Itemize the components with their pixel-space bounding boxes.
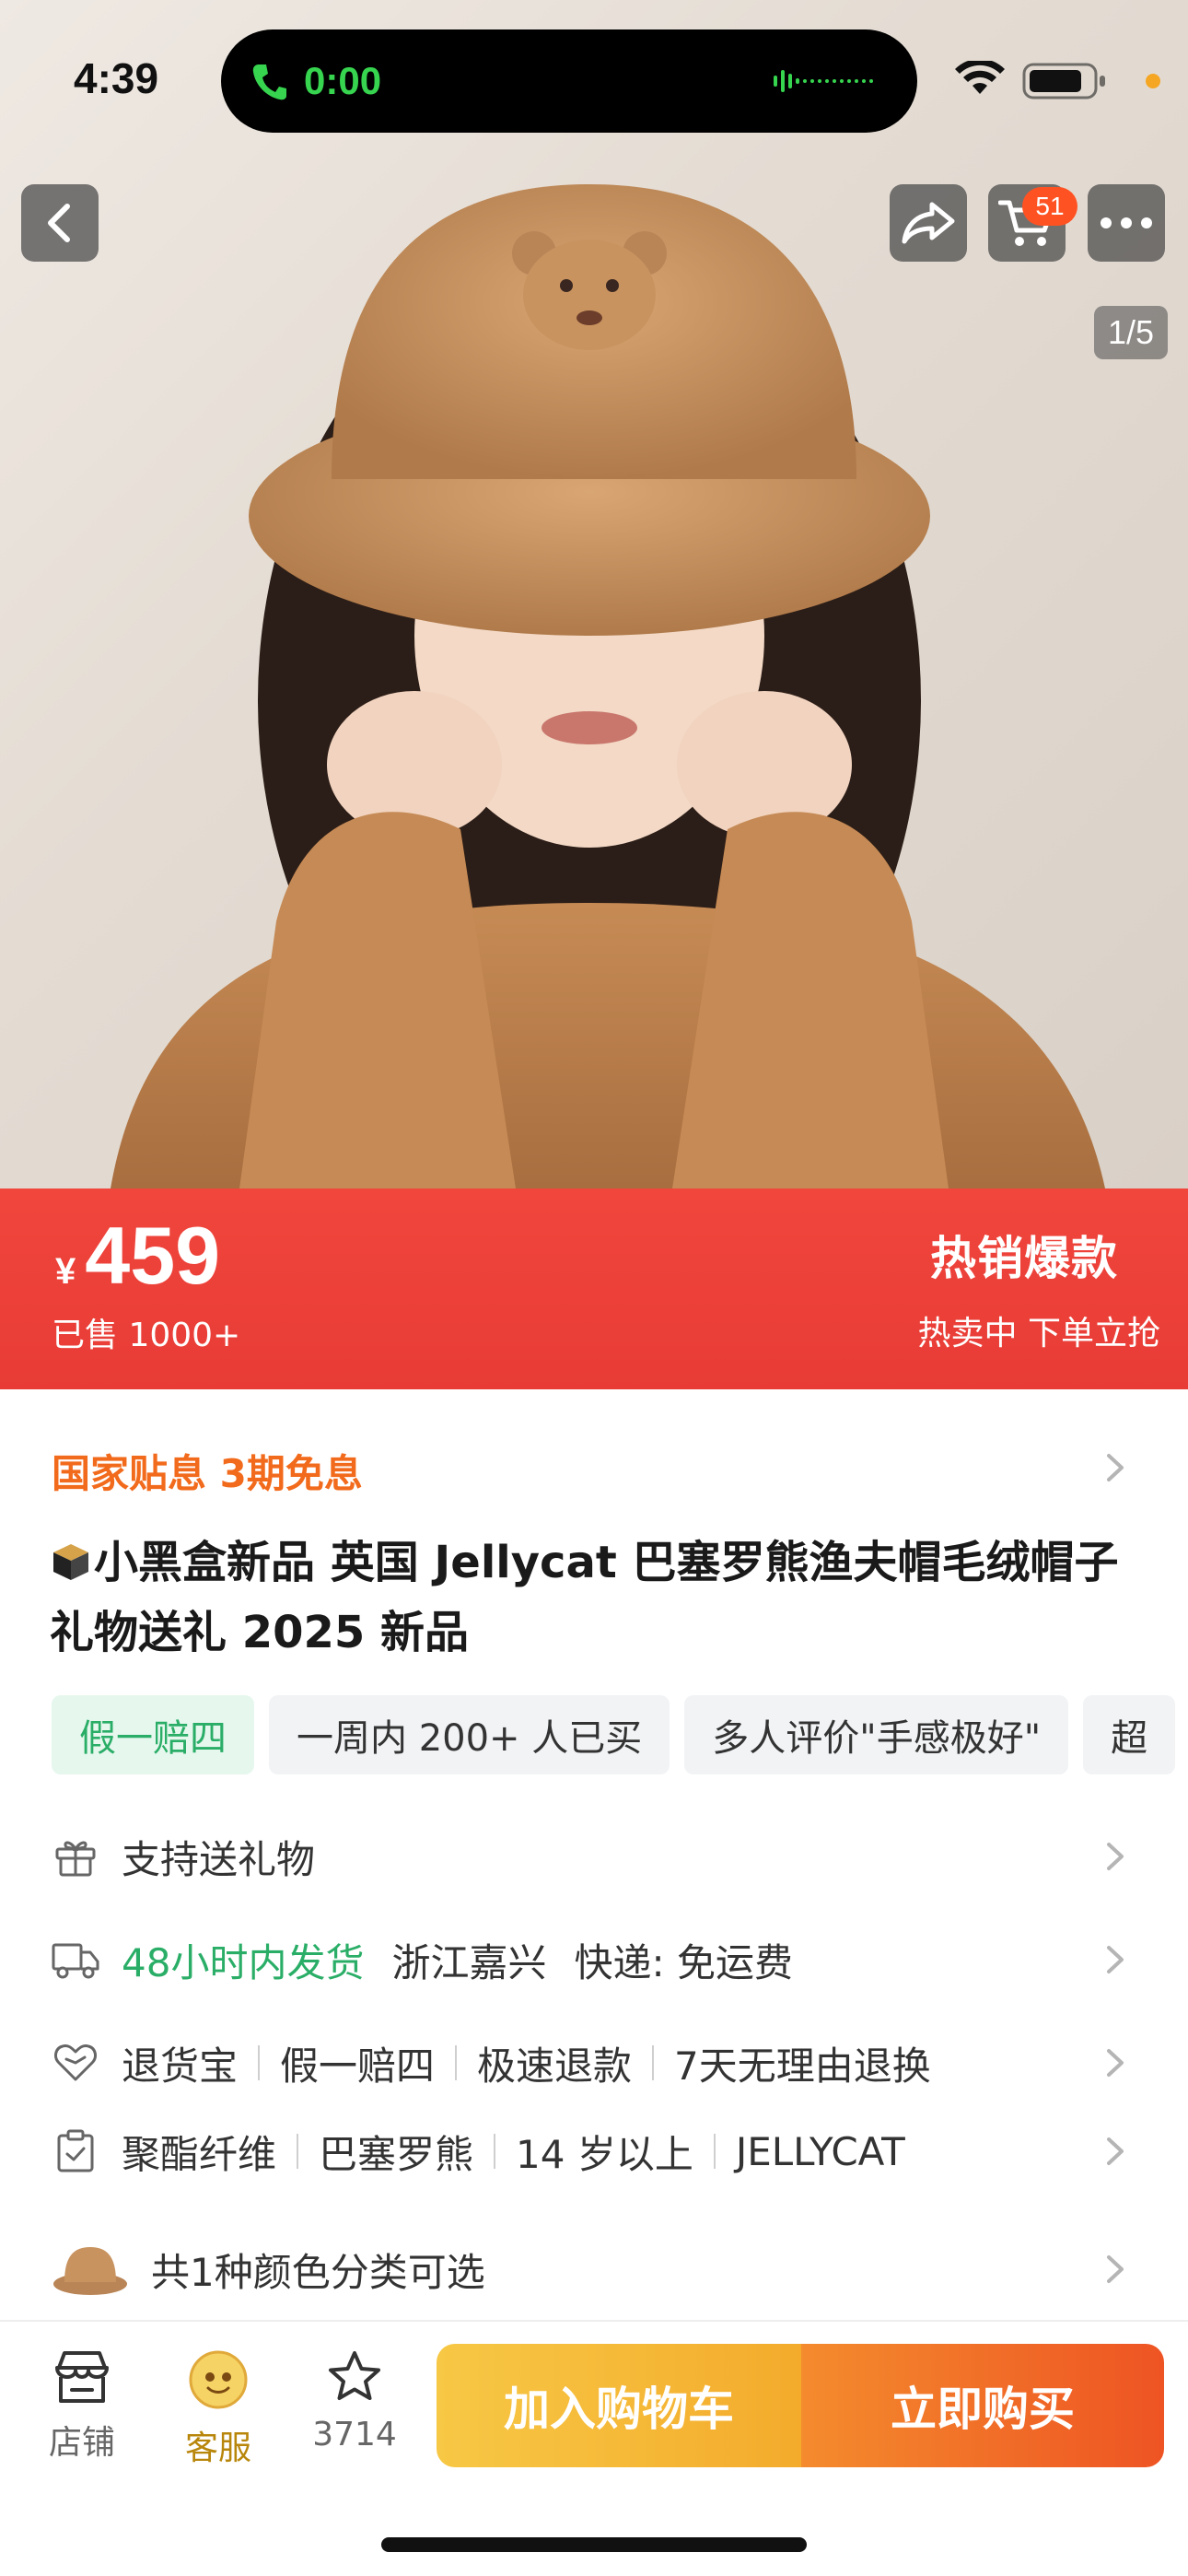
- divider: [652, 2045, 655, 2080]
- buy-now-button[interactable]: 立即购买: [801, 2344, 1164, 2467]
- star-icon: [329, 2351, 380, 2400]
- status-time: 4:39: [74, 54, 159, 102]
- favorite-count: 3714: [312, 2416, 397, 2453]
- call-indicator: 0:00: [249, 55, 381, 107]
- hot-sale-subtitle: 热卖中 下单立抢: [917, 1315, 1160, 1352]
- service-item-fast-refund: 极速退款: [477, 2043, 633, 2089]
- divider: [455, 2045, 458, 2080]
- price: ¥ 459: [55, 1209, 220, 1303]
- price-value: 459: [85, 1210, 221, 1301]
- color-thumbnail-hat: [53, 2247, 127, 2295]
- more-button[interactable]: [1088, 184, 1165, 262]
- product-tags: 假一赔四 一周内 200+ 人已买 多人评价"手感极好" 超: [52, 1695, 1176, 1774]
- chevron-right-icon[interactable]: [1105, 1452, 1125, 1483]
- param-style: 巴塞罗熊: [319, 2131, 474, 2177]
- customer-service-button[interactable]: 客服: [168, 2349, 269, 2469]
- param-age: 14 岁以上: [516, 2131, 693, 2177]
- wifi-icon: [955, 61, 1005, 94]
- divider: [297, 2134, 299, 2169]
- add-to-cart-button[interactable]: 加入购物车: [437, 2344, 801, 2467]
- product-photo-illustration: [111, 184, 1105, 1188]
- param-material: 聚酯纤维: [122, 2131, 277, 2177]
- share-button[interactable]: [890, 184, 967, 262]
- installment-subsidy-link[interactable]: 国家贴息 3期免息: [52, 1443, 363, 1499]
- divider: [258, 2045, 261, 2080]
- heart-shield-icon: [52, 2039, 99, 2087]
- tag-review-highlight[interactable]: 多人评价"手感极好": [684, 1695, 1069, 1774]
- color-option-row[interactable]: 共1种颜色分类可选: [52, 2237, 1138, 2301]
- shipping-time: 48小时内发货: [122, 1939, 365, 1985]
- gift-label: 支持送礼物: [122, 1836, 316, 1882]
- black-box-icon: [53, 1544, 88, 1580]
- param-brand: JELLYCAT: [735, 2128, 905, 2174]
- shop-label: 店铺: [48, 2424, 115, 2462]
- chevron-right-icon[interactable]: [1105, 2254, 1125, 2285]
- tag-weekly-buyers[interactable]: 一周内 200+ 人已买: [269, 1695, 670, 1774]
- shop-button[interactable]: 店铺: [31, 2349, 133, 2464]
- divider: [713, 2134, 716, 2169]
- customer-service-label: 客服: [184, 2430, 251, 2467]
- audio-wave-icon: [774, 70, 873, 92]
- image-page-indicator: 1/5: [1094, 306, 1168, 359]
- product-page: 4:39 0:00 51 1/5 ¥ 459 已售 1000+ 热销爆款 热卖中…: [0, 0, 1188, 2576]
- battery-icon: [1022, 63, 1105, 100]
- favorite-button[interactable]: 3714: [304, 2349, 405, 2453]
- phone-icon: [249, 55, 291, 107]
- clipboard-check-icon: [52, 2127, 99, 2175]
- product-image[interactable]: [0, 0, 1188, 1188]
- chevron-right-icon[interactable]: [1105, 1841, 1125, 1872]
- service-item-fake-compensation: 假一赔四: [280, 2043, 436, 2089]
- more-dots-icon: [1101, 217, 1152, 228]
- dynamic-island[interactable]: 0:00: [221, 29, 917, 133]
- cart-count-badge: 51: [1022, 187, 1077, 226]
- price-currency: ¥: [55, 1251, 76, 1292]
- customer-service-mascot-icon: [189, 2350, 248, 2409]
- sold-count: 已售 1000+: [52, 1317, 241, 1354]
- privacy-indicator-dot: [1146, 74, 1160, 88]
- service-row[interactable]: 退货宝 假一赔四 极速退款 7天无理由退换: [52, 2031, 1138, 2095]
- product-info: 国家贴息 3期免息 小黑盒新品 英国 Jellycat 巴塞罗熊渔夫帽毛绒帽子礼…: [0, 1389, 1188, 2320]
- color-options-label: 共1种颜色分类可选: [151, 2249, 485, 2295]
- divider: [494, 2134, 496, 2169]
- store-icon: [55, 2351, 109, 2403]
- chevron-right-icon[interactable]: [1105, 2136, 1125, 2167]
- params-row[interactable]: 聚酯纤维 巴塞罗熊 14 岁以上 JELLYCAT: [52, 2119, 1138, 2184]
- shipping-fee: 快递: 免运费: [574, 1939, 793, 1985]
- call-time: 0:00: [304, 59, 382, 102]
- share-icon: [902, 202, 955, 244]
- tag-more[interactable]: 超: [1083, 1695, 1176, 1774]
- shipping-origin: 浙江嘉兴: [391, 1939, 547, 1985]
- tag-fake-compensation[interactable]: 假一赔四: [52, 1695, 254, 1774]
- chevron-left-icon: [48, 204, 70, 242]
- gift-row[interactable]: 支持送礼物: [52, 1824, 1138, 1889]
- shipping-row[interactable]: 48小时内发货 浙江嘉兴 快递: 免运费: [52, 1927, 1138, 1992]
- service-item-return-insurance: 退货宝: [122, 2043, 239, 2089]
- back-button[interactable]: [21, 184, 99, 262]
- product-title: 小黑盒新品 英国 Jellycat 巴塞罗熊渔夫帽毛绒帽子礼物送礼 2025 新…: [50, 1528, 1146, 1668]
- price-banner: ¥ 459 已售 1000+ 热销爆款 热卖中 下单立抢: [0, 1188, 1188, 1389]
- chevron-right-icon[interactable]: [1105, 2047, 1125, 2078]
- hot-sale-title: 热销爆款: [930, 1232, 1118, 1285]
- home-indicator[interactable]: [381, 2537, 807, 2552]
- service-item-7day-return: 7天无理由退换: [674, 2043, 931, 2089]
- delivery-truck-icon: [52, 1936, 99, 1984]
- chevron-right-icon[interactable]: [1105, 1944, 1125, 1975]
- gift-icon: [52, 1832, 99, 1880]
- product-title-text: 小黑盒新品 英国 Jellycat 巴塞罗熊渔夫帽毛绒帽子礼物送礼 2025 新…: [50, 1537, 1119, 1658]
